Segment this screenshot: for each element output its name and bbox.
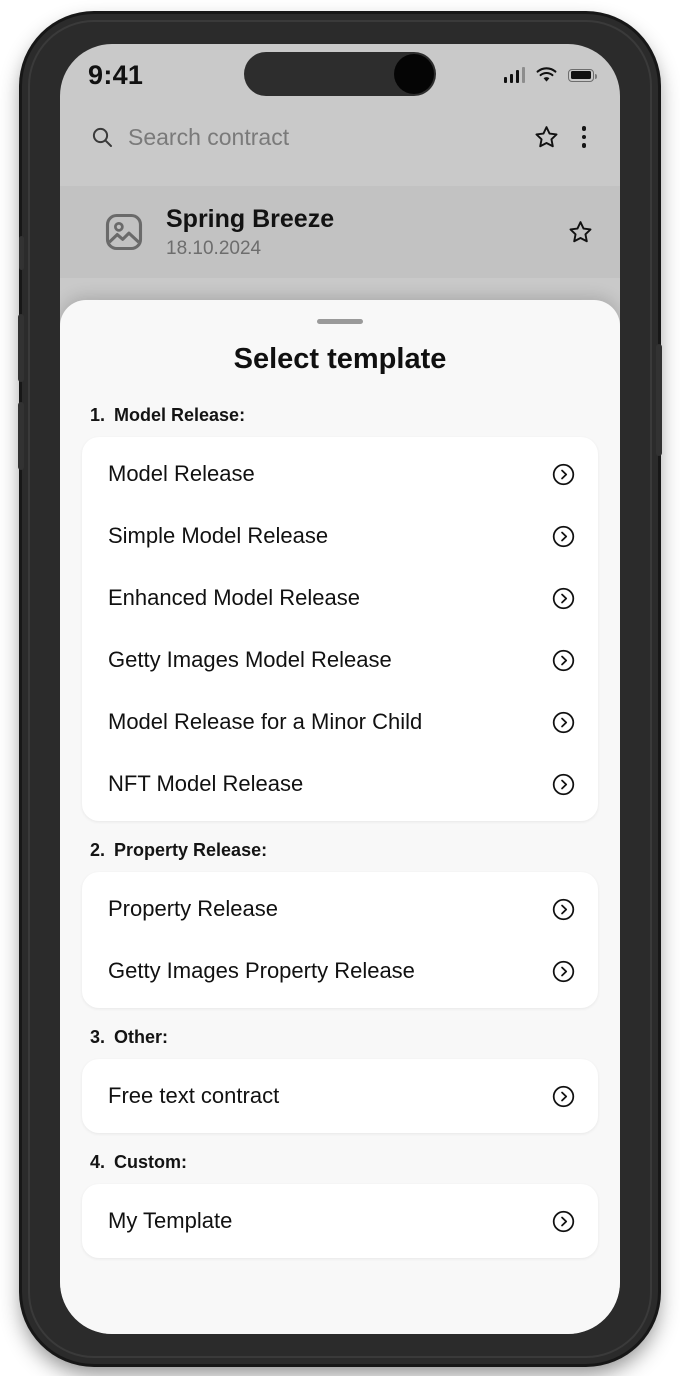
status-time: 9:41 <box>88 59 144 90</box>
signal-bars-icon <box>503 67 525 83</box>
template-item[interactable]: Simple Model Release <box>82 505 598 567</box>
template-item[interactable]: Property Release <box>82 878 598 940</box>
battery-full-icon <box>568 68 597 82</box>
template-item-label: NFT Model Release <box>108 771 304 796</box>
template-item-label: Simple Model Release <box>108 523 329 548</box>
template-item-label: Property Release <box>108 896 278 921</box>
template-item[interactable]: Model Release for a Minor Child <box>82 691 598 753</box>
status-icons <box>503 67 597 83</box>
dynamic-island <box>244 52 436 96</box>
section-header: 2. Property Release: <box>82 840 598 861</box>
silent-switch[interactable] <box>19 236 24 270</box>
template-section: 3. Other: Free text contract <box>82 1027 598 1133</box>
contract-date: 18.10.2024 <box>166 237 262 259</box>
section-label: Custom: <box>114 1152 188 1172</box>
section-header: 4. Custom: <box>82 1152 598 1173</box>
star-outline-icon[interactable] <box>533 124 560 151</box>
section-label: Property Release: <box>114 840 268 860</box>
phone-screen: 9:41 Search contract Spring Breeze 18.10… <box>60 44 620 1334</box>
template-item[interactable]: Model Release <box>82 443 598 505</box>
template-item[interactable]: Getty Images Model Release <box>82 629 598 691</box>
template-card: Free text contract <box>82 1059 598 1133</box>
search-bar: Search contract <box>60 106 620 168</box>
template-item-label: Model Release for a Minor Child <box>108 709 423 734</box>
search-icon[interactable] <box>90 125 114 149</box>
template-item-label: Free text contract <box>108 1083 280 1108</box>
chevron-right-circle-icon[interactable] <box>551 524 576 549</box>
image-placeholder-icon <box>105 213 143 251</box>
page-title: Select template <box>233 343 447 375</box>
template-item-label: Getty Images Model Release <box>108 647 392 672</box>
contract-title: Spring Breeze <box>166 205 335 234</box>
more-vertical-icon[interactable] <box>574 122 595 152</box>
section-number: 1. <box>90 405 106 425</box>
section-header: 1. Model Release: <box>82 405 598 426</box>
template-item[interactable]: Free text contract <box>82 1065 598 1127</box>
template-item-label: Getty Images Property Release <box>108 958 415 983</box>
list-item[interactable]: Spring Breeze 18.10.2024 <box>60 186 620 278</box>
chevron-right-circle-icon[interactable] <box>551 648 576 673</box>
section-label: Model Release: <box>114 405 246 425</box>
volume-down-button[interactable] <box>18 402 24 470</box>
template-item-label: Enhanced Model Release <box>108 585 360 610</box>
template-section: 1. Model Release: Model Release Simple Mode… <box>82 405 598 821</box>
chevron-right-circle-icon[interactable] <box>551 1084 576 1109</box>
chevron-right-circle-icon[interactable] <box>551 1209 576 1234</box>
template-item-label: My Template <box>108 1208 233 1233</box>
chevron-right-circle-icon[interactable] <box>551 959 576 984</box>
template-card: My Template <box>82 1184 598 1258</box>
section-number: 4. <box>90 1152 106 1172</box>
select-template-sheet: Select template 1. Model Release: Model Re… <box>60 300 620 1334</box>
volume-up-button[interactable] <box>18 314 24 382</box>
chevron-right-circle-icon[interactable] <box>551 462 576 487</box>
section-header: 3. Other: <box>82 1027 598 1048</box>
section-label: Other: <box>114 1027 169 1047</box>
template-section: 2. Property Release: Property Release Getty… <box>82 840 598 1008</box>
template-item-label: Model Release <box>108 461 255 486</box>
star-outline-icon[interactable] <box>567 219 594 246</box>
phone-frame: 9:41 Search contract Spring Breeze 18.10… <box>18 14 662 1364</box>
chevron-right-circle-icon[interactable] <box>551 710 576 735</box>
template-item[interactable]: NFT Model Release <box>82 753 598 815</box>
section-number: 3. <box>90 1027 106 1047</box>
power-button[interactable] <box>656 344 662 456</box>
status-bar: 9:41 <box>60 44 620 106</box>
drag-handle[interactable] <box>317 319 363 324</box>
chevron-right-circle-icon[interactable] <box>551 586 576 611</box>
section-number: 2. <box>90 840 106 860</box>
chevron-right-circle-icon[interactable] <box>551 897 576 922</box>
wifi-icon <box>536 67 557 82</box>
contract-text: Spring Breeze 18.10.2024 <box>166 204 547 259</box>
template-card: Model Release Simple Model Release Enhance… <box>82 437 598 821</box>
template-item[interactable]: Getty Images Property Release <box>82 940 598 1002</box>
template-sections: 1. Model Release: Model Release Simple Mode… <box>60 405 620 1258</box>
template-item[interactable]: Enhanced Model Release <box>82 567 598 629</box>
search-input[interactable]: Search contract <box>128 124 519 151</box>
template-section: 4. Custom: My Template <box>82 1152 598 1258</box>
template-item[interactable]: My Template <box>82 1190 598 1252</box>
chevron-right-circle-icon[interactable] <box>551 772 576 797</box>
template-card: Property Release Getty Images Property Re… <box>82 872 598 1008</box>
